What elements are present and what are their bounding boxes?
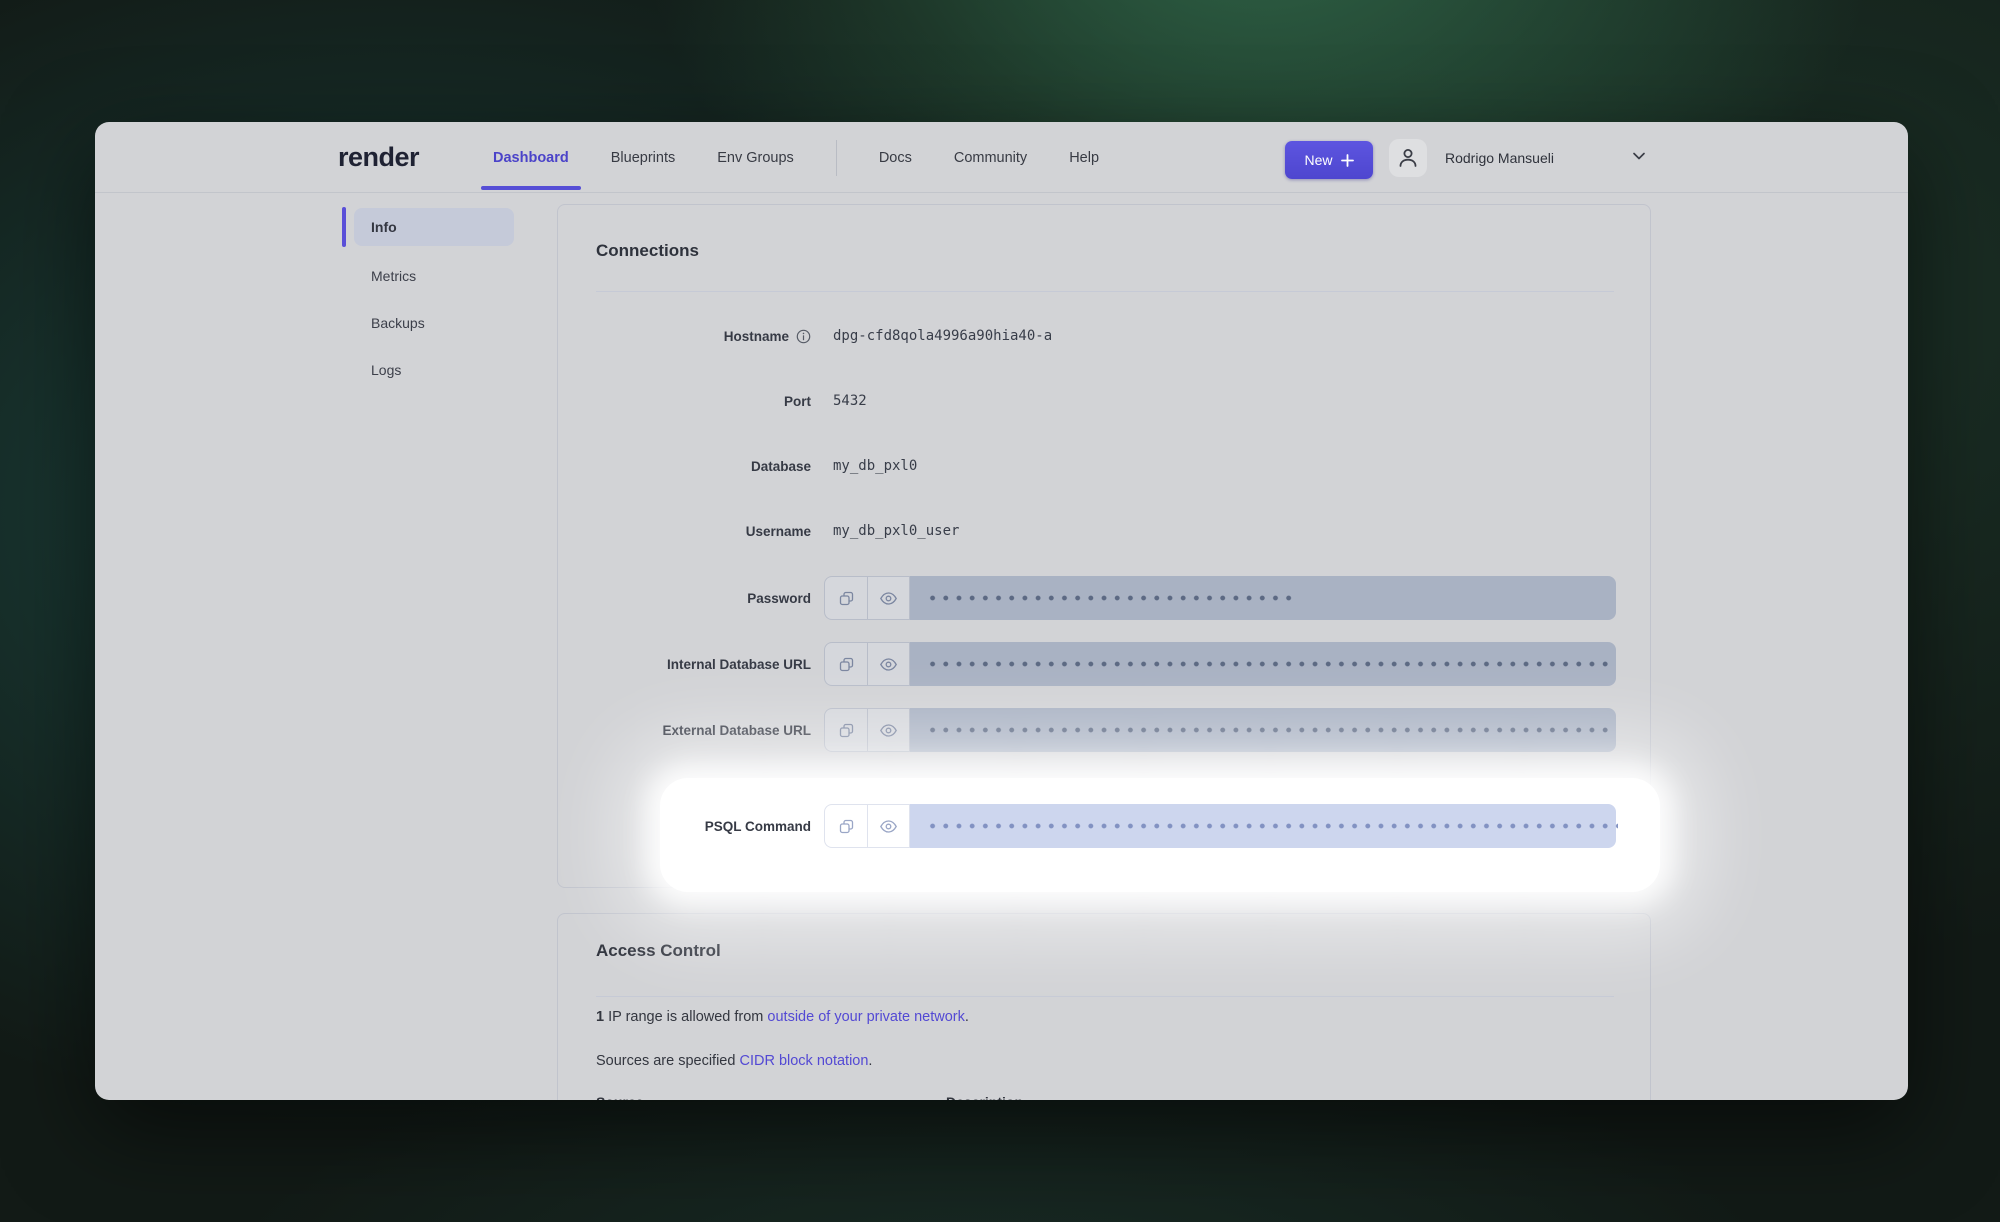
render-logo[interactable]: render [338, 122, 419, 193]
nav-links: Dashboard Blueprints Env Groups Docs Com… [493, 122, 1099, 193]
eye-button[interactable] [867, 708, 910, 752]
password-masked-field[interactable] [910, 576, 1616, 620]
password-dots [926, 576, 1298, 620]
connections-divider [596, 291, 1614, 292]
eye-button[interactable] [867, 804, 910, 848]
user-avatar[interactable] [1389, 139, 1427, 177]
sidebar-item-backups[interactable]: Backups [371, 315, 425, 331]
row-psql-command: PSQL Command [558, 804, 1650, 848]
eye-button[interactable] [867, 642, 910, 686]
copy-button[interactable] [824, 642, 867, 686]
cidr-notation-link[interactable]: CIDR block notation [739, 1053, 868, 1069]
sidebar-item-info[interactable]: Info [371, 219, 397, 235]
nav-item-community[interactable]: Community [954, 150, 1027, 166]
username-label: Username [558, 509, 811, 553]
row-internal-url: Internal Database URL [558, 642, 1650, 686]
copy-button[interactable] [824, 804, 867, 848]
plus-icon [1341, 154, 1354, 167]
hostname-value: dpg-cfd8qola4996a90hia40-a [833, 314, 1052, 358]
private-network-link[interactable]: outside of your private network [767, 1009, 964, 1025]
source-column-header: Source [596, 1094, 643, 1100]
sidebar-item-logs[interactable]: Logs [371, 362, 401, 378]
new-button-label: New [1304, 152, 1332, 168]
row-password: Password [558, 576, 1650, 620]
sidebar-item-metrics[interactable]: Metrics [371, 268, 416, 284]
chevron-down-icon[interactable] [1631, 148, 1647, 164]
row-hostname: Hostname dpg-cfd8qola4996a90hia40-a [558, 314, 1650, 358]
nav-divider [836, 140, 837, 176]
top-navbar: render Dashboard Blueprints Env Groups D… [95, 122, 1908, 193]
external-url-masked-field[interactable] [910, 708, 1616, 752]
row-port: Port 5432 [558, 379, 1650, 423]
description-column-header: Description [946, 1094, 1023, 1100]
database-label: Database [558, 444, 811, 488]
sources-line: Sources are specified CIDR block notatio… [596, 1053, 872, 1069]
copy-button[interactable] [824, 708, 867, 752]
row-database: Database my_db_pxl0 [558, 444, 1650, 488]
access-control-divider [596, 996, 1614, 997]
access-control-panel: Access Control 1 IP range is allowed fro… [557, 913, 1651, 1100]
nav-item-blueprints[interactable]: Blueprints [611, 150, 675, 166]
person-icon [1395, 145, 1421, 171]
row-external-url: External Database URL [558, 708, 1650, 752]
internal-url-label: Internal Database URL [558, 642, 811, 686]
nav-item-env-groups[interactable]: Env Groups [717, 150, 794, 166]
app-window: render Dashboard Blueprints Env Groups D… [95, 122, 1908, 1100]
eye-button[interactable] [867, 576, 910, 620]
access-control-title: Access Control [596, 941, 721, 961]
internal-url-masked-field[interactable] [910, 642, 1616, 686]
database-value: my_db_pxl0 [833, 444, 917, 488]
ip-range-line: 1 IP range is allowed from outside of yo… [596, 1009, 969, 1025]
hostname-label: Hostname [558, 314, 811, 358]
psql-command-masked-field[interactable] [910, 804, 1616, 848]
port-label: Port [558, 379, 811, 423]
nav-item-dashboard[interactable]: Dashboard [493, 150, 569, 166]
internal-url-dots [926, 642, 1614, 686]
row-username: Username my_db_pxl0_user [558, 509, 1650, 553]
copy-button[interactable] [824, 576, 867, 620]
external-url-label: External Database URL [558, 708, 811, 752]
password-label: Password [558, 576, 811, 620]
connections-title: Connections [596, 241, 699, 261]
psql-command-dots [926, 804, 1618, 848]
info-icon[interactable] [796, 329, 811, 344]
username-value: my_db_pxl0_user [833, 509, 959, 553]
port-value: 5432 [833, 379, 867, 423]
new-button[interactable]: New [1285, 141, 1373, 179]
user-name[interactable]: Rodrigo Mansueli [1445, 122, 1554, 193]
sidebar-active-indicator [342, 207, 346, 247]
external-url-dots [926, 708, 1614, 752]
nav-item-help[interactable]: Help [1069, 150, 1099, 166]
ip-range-count: 1 [596, 1009, 604, 1025]
nav-item-docs[interactable]: Docs [879, 150, 912, 166]
psql-command-label: PSQL Command [558, 804, 811, 848]
